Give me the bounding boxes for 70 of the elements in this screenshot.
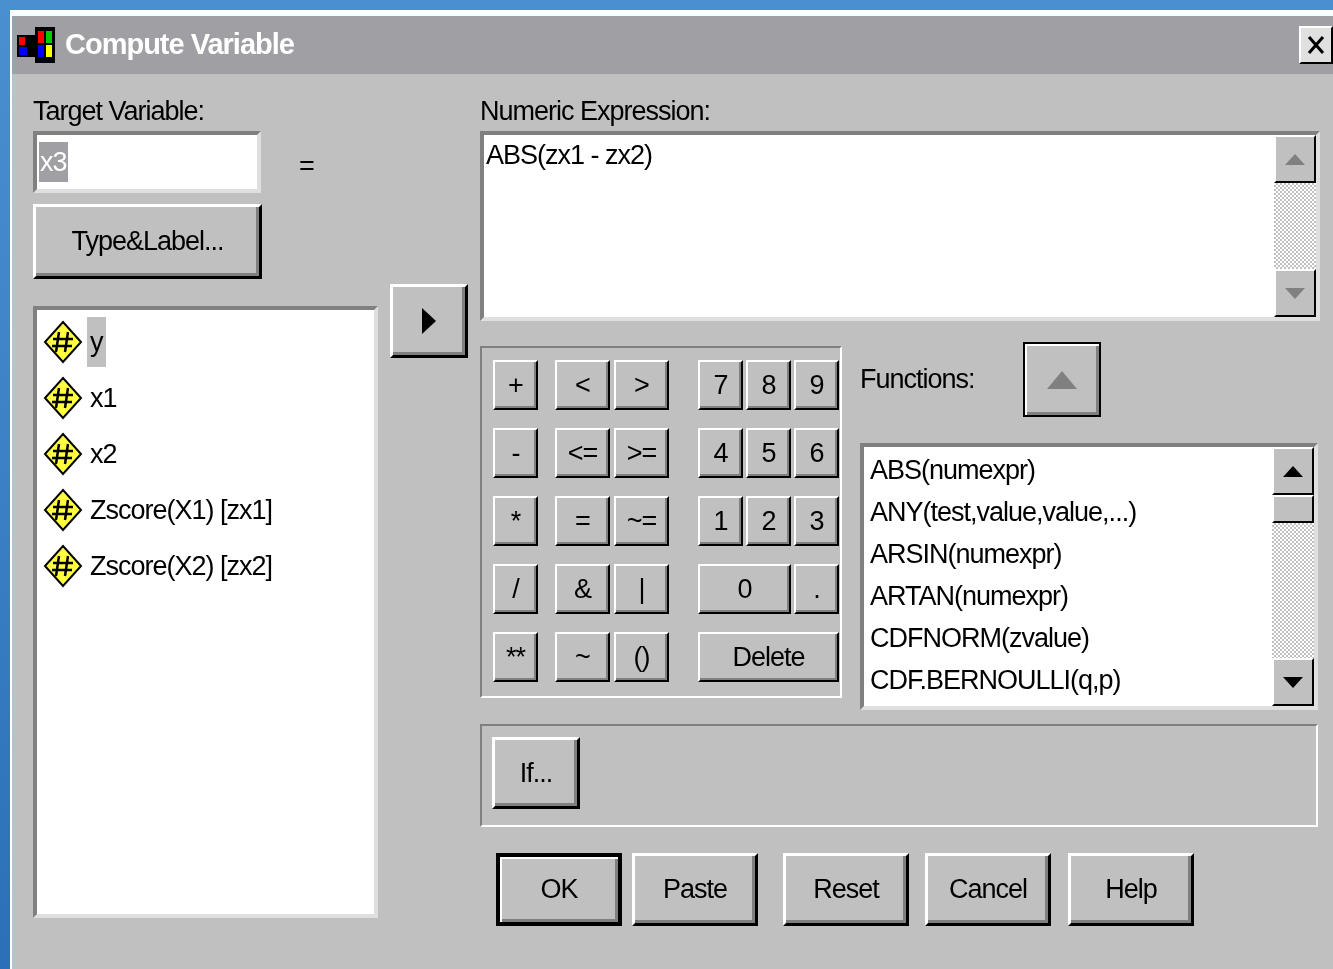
- function-item[interactable]: CDF.BERNOULLI(q,p): [870, 659, 1272, 701]
- dialog-button[interactable]: Reset: [783, 853, 909, 926]
- numeric-variable-icon: [43, 320, 83, 364]
- keypad-key[interactable]: 6: [794, 428, 839, 478]
- scrollbar[interactable]: [1272, 447, 1314, 706]
- keypad-key[interactable]: *: [493, 496, 538, 546]
- target-variable-label: Target Variable:: [33, 95, 206, 128]
- scroll-down-button[interactable]: [1274, 269, 1316, 317]
- type-label-button[interactable]: Type&Label...: [33, 204, 262, 279]
- variable-list[interactable]: y x1 x2 Zscore(X1) [zx1] Zscore(X2) [zx2]: [33, 306, 378, 918]
- keypad-key[interactable]: <: [555, 360, 610, 410]
- keypad-key[interactable]: >=: [614, 428, 669, 478]
- keypad-key[interactable]: |: [614, 564, 669, 614]
- function-item[interactable]: ABS(numexpr): [870, 449, 1272, 491]
- dialog-button[interactable]: Help: [1068, 853, 1194, 926]
- dialog-button[interactable]: Cancel: [925, 853, 1051, 926]
- keypad-key[interactable]: <=: [555, 428, 610, 478]
- keypad-key[interactable]: ~: [555, 632, 610, 682]
- if-button[interactable]: If...: [492, 737, 580, 809]
- keypad-key[interactable]: 8: [746, 360, 791, 410]
- keypad-key[interactable]: .: [794, 564, 839, 614]
- up-arrow-icon: [1283, 465, 1303, 477]
- function-item[interactable]: ANY(test,value,value,...): [870, 491, 1272, 533]
- keypad-key[interactable]: &: [555, 564, 610, 614]
- keypad-key[interactable]: 5: [746, 428, 791, 478]
- scroll-thumb[interactable]: [1272, 495, 1314, 523]
- target-variable-value: x3: [39, 142, 68, 182]
- function-item[interactable]: ARSIN(numexpr): [870, 533, 1272, 575]
- dialog-button[interactable]: OK: [496, 853, 622, 926]
- keypad-key[interactable]: 9: [794, 360, 839, 410]
- keypad-key[interactable]: 3: [794, 496, 839, 546]
- numeric-variable-icon: [43, 376, 83, 420]
- numeric-variable-icon: [43, 488, 83, 532]
- keypad-key[interactable]: /: [493, 564, 538, 614]
- function-item[interactable]: ARTAN(numexpr): [870, 575, 1272, 617]
- dialog-button[interactable]: Paste: [632, 853, 758, 926]
- keypad-key[interactable]: +: [493, 360, 538, 410]
- up-arrow-icon: [1285, 153, 1305, 165]
- scrollbar[interactable]: [1274, 135, 1316, 317]
- keypad-key[interactable]: Delete: [698, 632, 839, 682]
- keypad-key[interactable]: 4: [698, 428, 743, 478]
- variable-item[interactable]: y: [87, 317, 106, 367]
- keypad-key[interactable]: 2: [746, 496, 791, 546]
- numeric-expression-label: Numeric Expression:: [480, 95, 712, 128]
- close-icon: [1306, 34, 1326, 56]
- keypad-key[interactable]: -: [493, 428, 538, 478]
- keypad-key[interactable]: (): [614, 632, 669, 682]
- window-title: Compute Variable: [65, 27, 294, 63]
- scroll-up-button[interactable]: [1274, 135, 1316, 183]
- equals-sign: =: [299, 149, 315, 183]
- close-button[interactable]: [1299, 26, 1333, 64]
- keypad-key[interactable]: =: [555, 496, 610, 546]
- function-item[interactable]: CDFNORM(zvalue): [870, 617, 1272, 659]
- function-up-button[interactable]: [1022, 342, 1101, 417]
- down-arrow-icon: [1283, 676, 1303, 688]
- keypad-key[interactable]: **: [493, 632, 538, 682]
- right-arrow-icon: [422, 308, 436, 334]
- functions-label: Functions:: [860, 363, 975, 397]
- keypad-key[interactable]: 0: [698, 564, 791, 614]
- scroll-up-button[interactable]: [1272, 447, 1314, 495]
- numeric-variable-icon: [43, 432, 83, 476]
- down-arrow-icon: [1285, 287, 1305, 299]
- keypad-key[interactable]: 7: [698, 360, 743, 410]
- keypad-key[interactable]: >: [614, 360, 669, 410]
- up-arrow-icon: [1046, 370, 1077, 389]
- keypad-key[interactable]: 1: [698, 496, 743, 546]
- keypad-key[interactable]: ~=: [614, 496, 669, 546]
- move-right-button[interactable]: [390, 284, 468, 358]
- numeric-variable-icon: [43, 544, 83, 588]
- scroll-down-button[interactable]: [1272, 658, 1314, 706]
